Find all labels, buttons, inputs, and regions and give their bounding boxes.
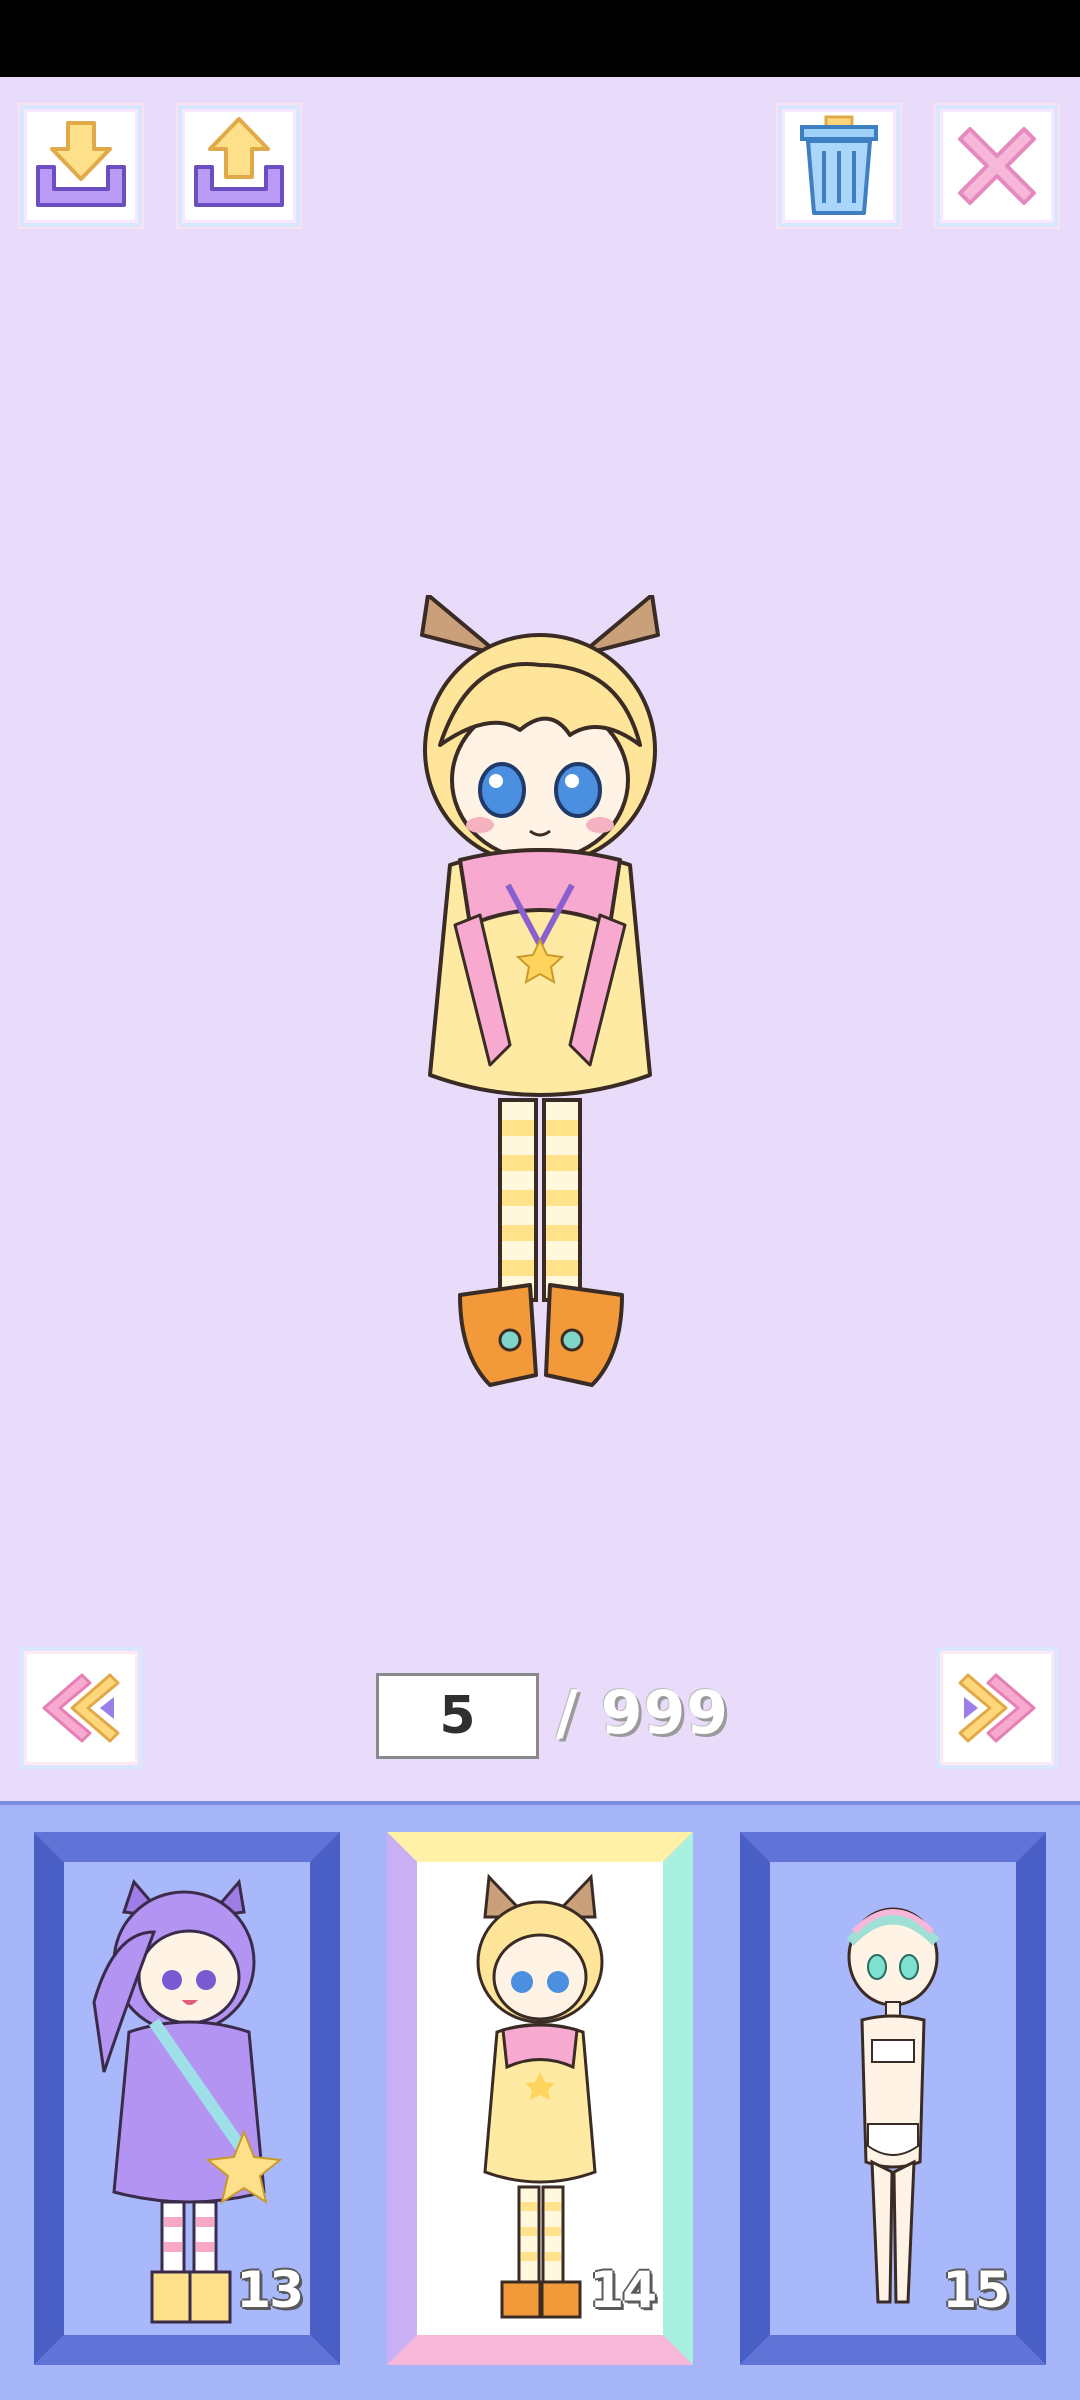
close-button[interactable] — [936, 105, 1058, 227]
trash-icon — [800, 115, 878, 215]
character-slot-15[interactable]: 15 — [740, 1832, 1046, 2365]
page-total-label: / 999 — [556, 1678, 730, 1748]
download-button[interactable] — [20, 105, 142, 227]
close-x-icon — [958, 127, 1036, 205]
upload-tray-icon — [194, 117, 284, 207]
double-chevron-right-icon — [958, 1673, 1036, 1743]
slot-number: 15 — [942, 2261, 1010, 2319]
character-slot-13[interactable]: 13 — [34, 1832, 340, 2365]
next-page-button[interactable] — [936, 1647, 1058, 1769]
slot-number: 14 — [589, 2261, 657, 2319]
previous-page-button[interactable] — [20, 1647, 142, 1769]
page-number-input[interactable]: 5 — [376, 1673, 539, 1759]
upload-button[interactable] — [178, 105, 300, 227]
character-preview[interactable] — [400, 595, 680, 1395]
download-tray-icon — [36, 121, 126, 207]
double-chevron-left-icon — [42, 1673, 120, 1743]
slot-number: 13 — [236, 2261, 304, 2319]
status-bar — [0, 0, 1080, 77]
delete-button[interactable] — [778, 105, 900, 227]
character-slot-14[interactable]: 14 — [387, 1832, 693, 2365]
